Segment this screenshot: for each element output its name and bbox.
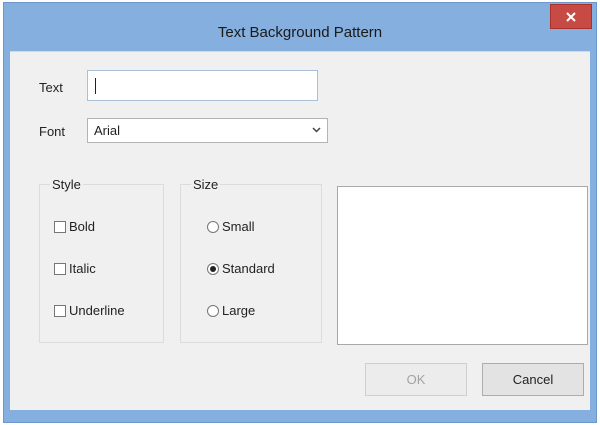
underline-checkbox[interactable]: Underline — [54, 303, 125, 318]
large-radio[interactable]: Large — [207, 303, 255, 318]
text-caret — [95, 78, 96, 94]
preview-area — [337, 186, 588, 345]
italic-checkbox[interactable]: Italic — [54, 261, 96, 276]
font-label: Font — [39, 124, 66, 139]
font-select-value: Arial — [94, 123, 121, 138]
chevron-down-icon — [312, 127, 321, 133]
standard-label: Standard — [222, 261, 275, 276]
dialog-title: Text Background Pattern — [217, 24, 383, 41]
italic-label: Italic — [69, 261, 96, 276]
radio-circle — [207, 304, 219, 317]
close-icon — [566, 11, 576, 22]
style-legend: Style — [50, 177, 83, 192]
bold-label: Bold — [69, 219, 96, 234]
cancel-button[interactable]: Cancel — [482, 363, 584, 396]
large-label: Large — [222, 303, 256, 318]
bold-checkbox[interactable]: Bold — [54, 219, 95, 234]
text-input[interactable] — [87, 70, 318, 101]
dialog-body: Text Font Arial Style Bold Italic Underl… — [10, 51, 590, 410]
dialog-window: Text Background Pattern Text Font Arial … — [3, 2, 597, 423]
small-radio[interactable]: Small — [207, 219, 255, 234]
size-group: Size Small Standard Large — [180, 177, 322, 343]
checkbox-box — [54, 304, 66, 317]
ok-button[interactable]: OK — [365, 363, 467, 396]
text-label: Text — [39, 80, 63, 95]
radio-circle — [207, 220, 219, 233]
font-select[interactable]: Arial — [87, 118, 328, 143]
underline-label: Underline — [69, 303, 125, 318]
standard-radio[interactable]: Standard — [207, 261, 275, 276]
small-label: Small — [222, 219, 255, 234]
style-group: Style Bold Italic Underline — [39, 177, 164, 343]
size-legend: Size — [191, 177, 221, 192]
checkbox-box — [54, 262, 66, 275]
checkbox-box — [54, 220, 66, 233]
radio-circle-selected — [207, 262, 219, 275]
close-button[interactable] — [550, 4, 592, 29]
